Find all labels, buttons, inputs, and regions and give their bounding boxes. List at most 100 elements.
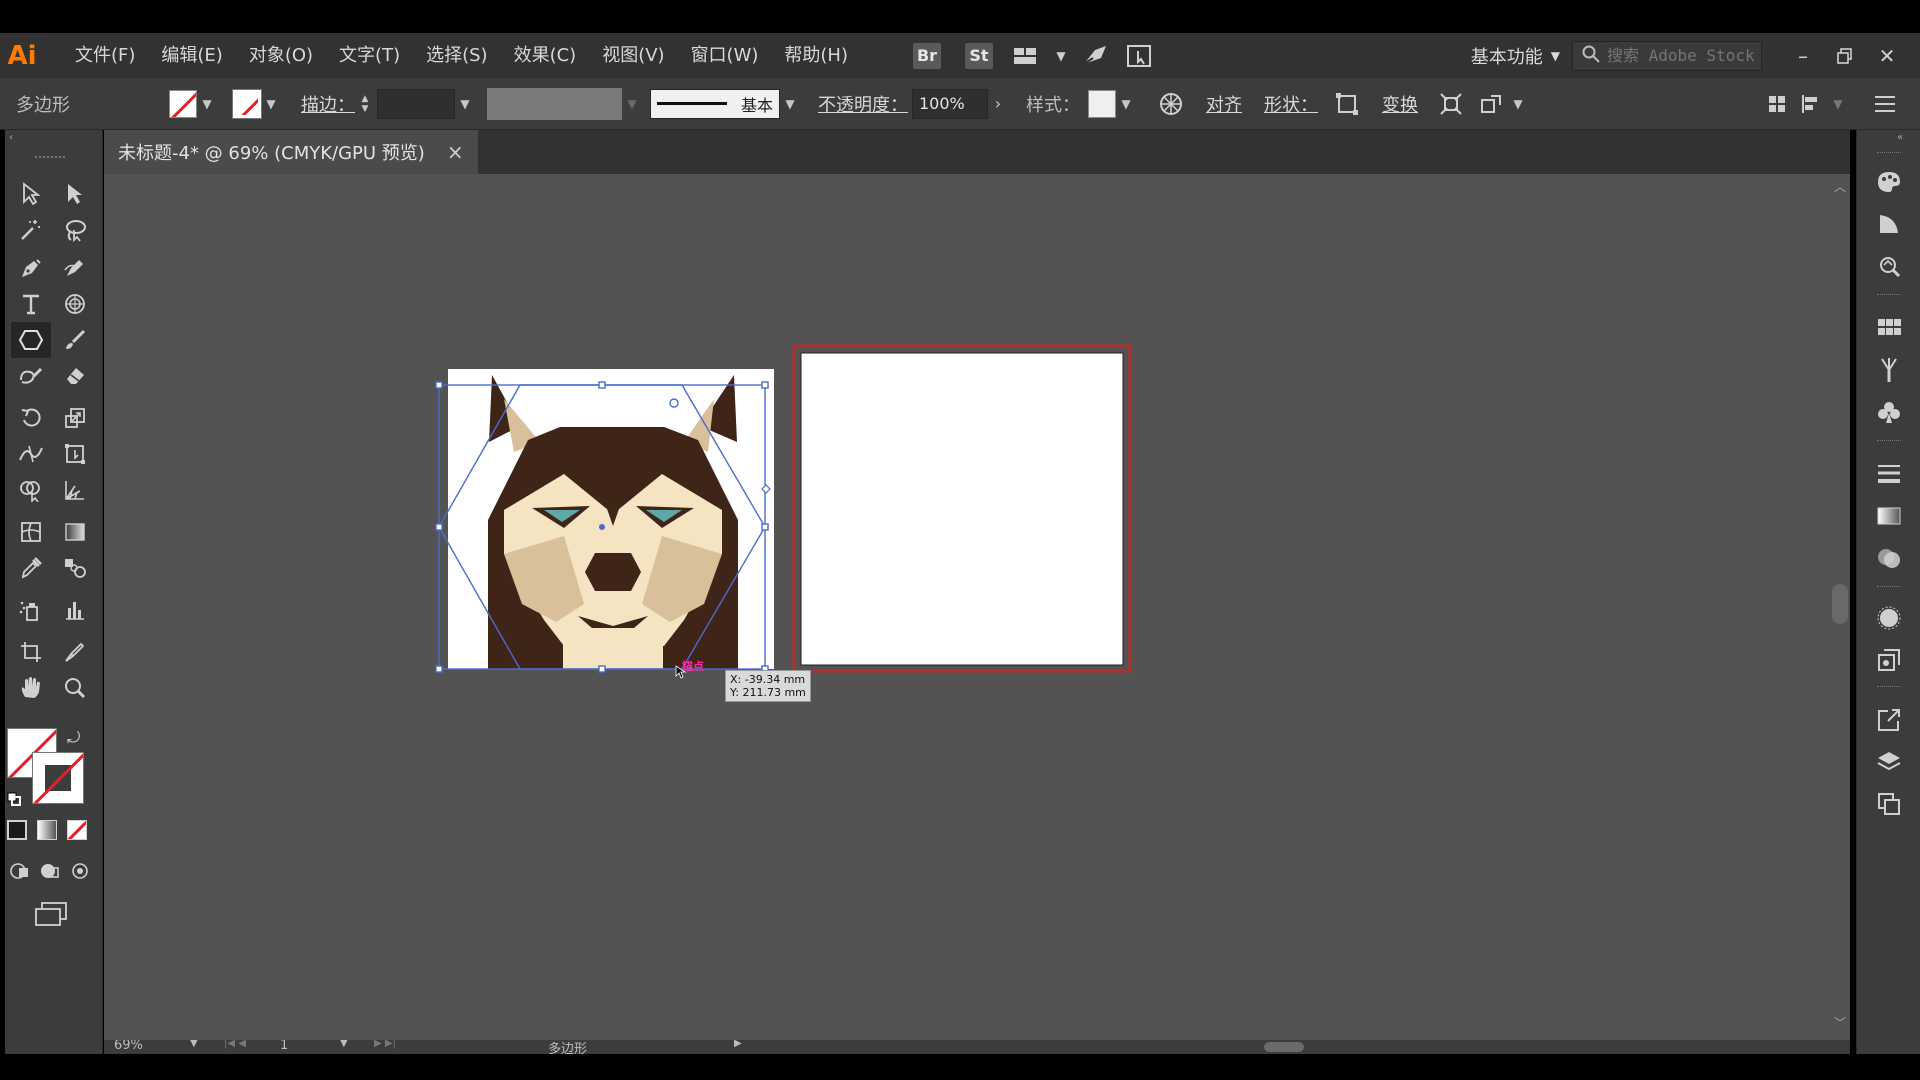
- touch-workspace-icon[interactable]: [1121, 38, 1157, 74]
- swatches-panel-icon[interactable]: [1871, 310, 1907, 346]
- eraser-tool-icon[interactable]: [55, 358, 95, 394]
- draw-normal-icon[interactable]: [9, 860, 31, 882]
- column-graph-tool-icon[interactable]: [55, 592, 95, 628]
- gradient-tool-icon[interactable]: [55, 514, 95, 550]
- scale-tool-icon[interactable]: [55, 400, 95, 436]
- scroll-thumb[interactable]: [1832, 584, 1848, 624]
- vertical-scrollbar[interactable]: ︿ ﹀: [1830, 174, 1850, 1040]
- chevron-down-icon[interactable]: ▼: [780, 90, 800, 118]
- mesh-tool-icon[interactable]: [11, 514, 51, 550]
- eyedropper-tool-icon[interactable]: [11, 550, 51, 586]
- transform-label[interactable]: 变换: [1382, 91, 1418, 117]
- panel-menu-icon[interactable]: [1868, 87, 1902, 121]
- paintbrush-tool-icon[interactable]: [55, 322, 95, 358]
- zoom-tool-icon[interactable]: [55, 670, 95, 706]
- hand-tool-icon[interactable]: [11, 670, 51, 706]
- variable-width-profile[interactable]: [487, 87, 622, 120]
- lasso-tool-icon[interactable]: [55, 212, 95, 248]
- status-menu-icon[interactable]: ▶: [734, 1040, 742, 1049]
- restore-icon[interactable]: [1824, 33, 1866, 78]
- expand-panels-icon[interactable]: «: [1897, 132, 1903, 143]
- menu-type[interactable]: 文字(T): [326, 33, 413, 78]
- chevron-down-icon[interactable]: ▼: [340, 1040, 348, 1049]
- draw-behind-icon[interactable]: [39, 860, 61, 882]
- shape-label[interactable]: 形状：: [1264, 91, 1318, 117]
- artboard-number[interactable]: 1: [280, 1040, 288, 1053]
- magic-wand-tool-icon[interactable]: [11, 212, 51, 248]
- polygon-tool-icon[interactable]: [11, 322, 51, 358]
- chevron-down-icon[interactable]: ▼: [622, 90, 642, 118]
- artboards-panel-icon[interactable]: [1871, 786, 1907, 822]
- puppet-warp-icon[interactable]: [1474, 87, 1508, 121]
- shaper-tool-icon[interactable]: [11, 358, 51, 394]
- shape-builder-tool-icon[interactable]: [11, 472, 51, 508]
- stroke-weight-stepper[interactable]: ▲ ▼: [355, 90, 375, 118]
- selection-tool-icon[interactable]: [11, 176, 51, 212]
- bridge-button[interactable]: Br: [913, 42, 941, 69]
- color-mode-button[interactable]: [7, 820, 27, 840]
- default-fill-stroke-icon[interactable]: [7, 790, 21, 806]
- select-similar-icon[interactable]: [1760, 87, 1794, 121]
- fill-swatch[interactable]: [169, 89, 197, 118]
- chevron-down-icon[interactable]: ▼: [197, 90, 217, 118]
- type-tool-icon[interactable]: [11, 286, 51, 322]
- scroll-up-icon[interactable]: ︿: [1834, 178, 1846, 195]
- symbol-sprayer-tool-icon[interactable]: [11, 592, 51, 628]
- gpu-performance-icon[interactable]: [1077, 38, 1113, 74]
- recolor-artwork-icon[interactable]: [1154, 87, 1188, 121]
- brushes-panel-icon[interactable]: [1871, 352, 1907, 388]
- menu-help[interactable]: 帮助(H): [771, 33, 861, 78]
- canvas-area[interactable]: 锚点 X: -39.34 mm Y: 211.73 mm: [104, 174, 1850, 1040]
- chevron-down-icon[interactable]: ▼: [261, 90, 281, 118]
- opacity-label[interactable]: 不透明度：: [818, 91, 908, 117]
- chevron-down-icon[interactable]: ▼: [455, 90, 475, 118]
- perspective-grid-tool-icon[interactable]: [55, 472, 95, 508]
- appearance-panel-icon[interactable]: [1871, 600, 1907, 636]
- curvature-tool-icon[interactable]: [55, 250, 95, 286]
- rotate-tool-icon[interactable]: [11, 400, 51, 436]
- menu-edit[interactable]: 编辑(E): [148, 33, 235, 78]
- minimize-icon[interactable]: –: [1782, 33, 1824, 78]
- align-label[interactable]: 对齐: [1206, 91, 1242, 117]
- layers-panel-icon[interactable]: [1871, 744, 1907, 780]
- chevron-down-icon[interactable]: ▼: [1508, 90, 1528, 118]
- stock-button[interactable]: St: [965, 42, 993, 69]
- collapse-panel-icon[interactable]: ‹: [9, 132, 13, 143]
- free-transform-tool-icon[interactable]: [55, 436, 95, 472]
- chevron-down-icon[interactable]: ▼: [190, 1040, 198, 1049]
- graphic-styles-icon[interactable]: [1871, 642, 1907, 678]
- screen-mode-icon[interactable]: [33, 900, 69, 928]
- chevron-down-icon[interactable]: ▼: [1116, 90, 1136, 118]
- artboard-tool-icon[interactable]: [11, 634, 51, 670]
- arrange-documents-icon[interactable]: [1009, 38, 1045, 74]
- spiral-tool-icon[interactable]: [55, 286, 95, 322]
- draw-inside-icon[interactable]: [69, 860, 91, 882]
- stroke-color-swatch[interactable]: [32, 752, 84, 804]
- menu-select[interactable]: 选择(S): [413, 33, 500, 78]
- close-window-icon[interactable]: ✕: [1866, 33, 1908, 78]
- properties-icon[interactable]: [1871, 248, 1907, 284]
- menu-view[interactable]: 视图(V): [589, 33, 677, 78]
- gradient-mode-button[interactable]: [37, 820, 57, 840]
- stroke-panel-icon[interactable]: [1871, 456, 1907, 492]
- color-panel-icon[interactable]: [1871, 164, 1907, 200]
- graphic-style-swatch[interactable]: [1088, 89, 1116, 118]
- shape-properties-icon[interactable]: [1330, 87, 1364, 121]
- chevron-down-icon[interactable]: ▼: [1053, 38, 1069, 74]
- menu-object[interactable]: 对象(O): [236, 33, 326, 78]
- stock-search-box[interactable]: [1572, 40, 1762, 71]
- zoom-level[interactable]: 69%: [114, 1040, 143, 1053]
- align-panel-icon[interactable]: [1794, 87, 1828, 121]
- stroke-label[interactable]: 描边：: [301, 91, 355, 117]
- none-mode-button[interactable]: [67, 820, 87, 840]
- brush-definition[interactable]: 基本: [650, 88, 780, 119]
- menu-window[interactable]: 窗口(W): [678, 33, 772, 78]
- symbols-panel-icon[interactable]: [1871, 394, 1907, 430]
- color-guide-icon[interactable]: [1871, 206, 1907, 242]
- close-tab-icon[interactable]: ×: [447, 140, 464, 164]
- scroll-down-icon[interactable]: ﹀: [1834, 1014, 1846, 1031]
- menu-effect[interactable]: 效果(C): [501, 33, 590, 78]
- direct-selection-tool-icon[interactable]: [55, 176, 95, 212]
- swap-fill-stroke-icon[interactable]: ⤾: [67, 728, 80, 748]
- blend-tool-icon[interactable]: [55, 550, 95, 586]
